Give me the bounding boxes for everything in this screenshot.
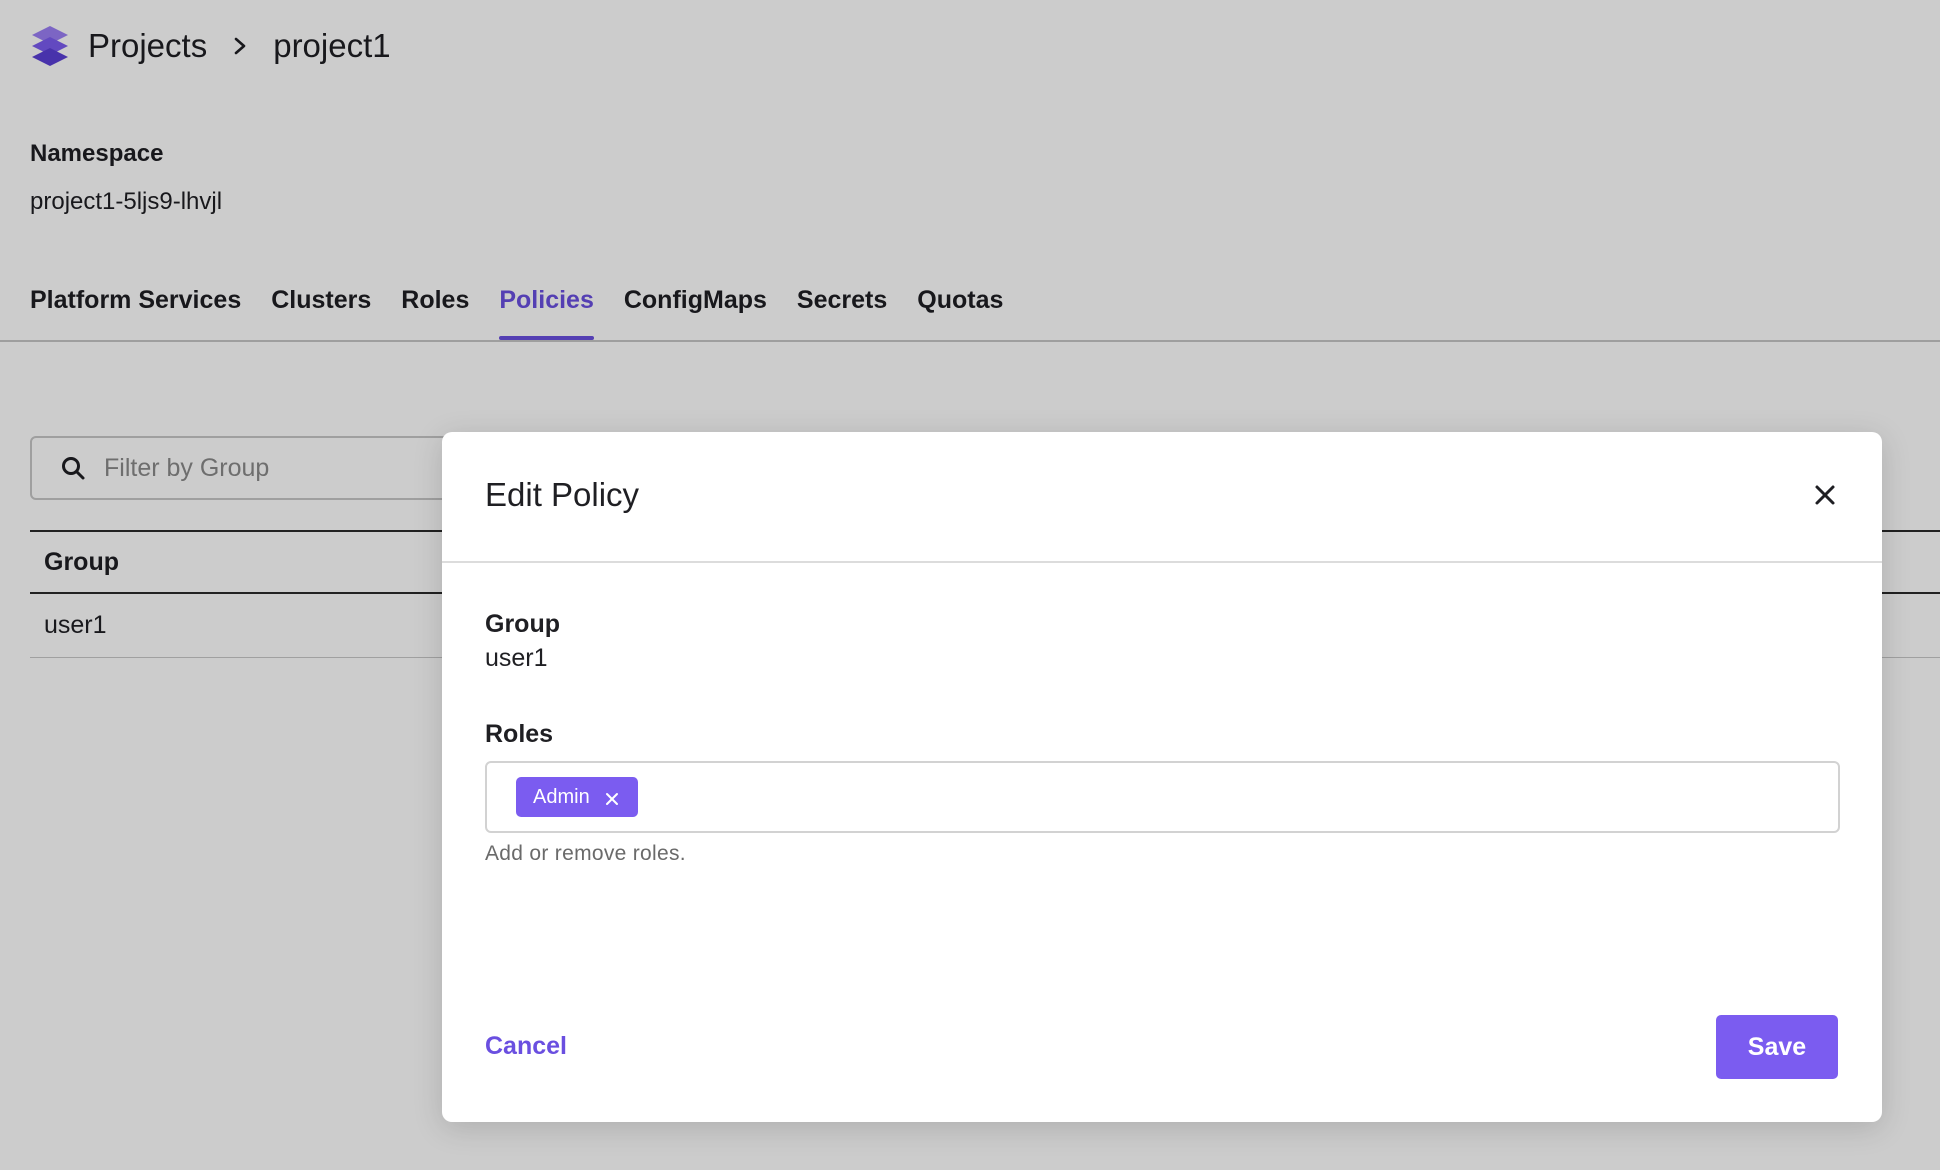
group-value: user1 xyxy=(485,644,548,672)
role-chip-label: Admin xyxy=(533,785,590,808)
close-dialog-button[interactable] xyxy=(1810,480,1840,510)
role-chip-admin: Admin xyxy=(516,777,638,817)
group-label: Group xyxy=(485,610,560,638)
roles-label: Roles xyxy=(485,720,554,748)
roles-multiselect[interactable]: Admin xyxy=(485,761,1840,833)
close-icon xyxy=(1815,485,1835,505)
close-icon[interactable] xyxy=(604,791,620,807)
edit-policy-dialog: Edit Policy Group user1 Roles Admin Add … xyxy=(442,432,1882,1122)
save-button[interactable]: Save xyxy=(1716,1015,1838,1079)
cancel-button[interactable]: Cancel xyxy=(485,1032,567,1061)
modal-header: Edit Policy xyxy=(442,432,1882,563)
modal-title: Edit Policy xyxy=(485,476,640,513)
roles-helper-text: Add or remove roles. xyxy=(485,842,686,865)
